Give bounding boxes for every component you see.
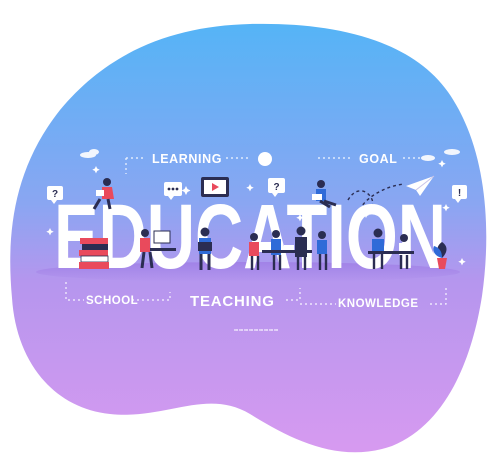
label-school: SCHOOL bbox=[86, 295, 138, 307]
svg-text:!: ! bbox=[458, 188, 461, 199]
label-goal: GOAL bbox=[359, 152, 398, 166]
sun-circle-icon bbox=[258, 152, 272, 166]
education-illustration: ? ? ! LEARNING GOAL SCHOOL TEACHING KNOW… bbox=[0, 0, 498, 454]
illustration-canvas: ? ? ! LEARNING GOAL SCHOOL TEACHING KNOW… bbox=[10, 23, 487, 453]
book-stack-icon bbox=[79, 238, 109, 269]
laptop-icon bbox=[198, 242, 212, 251]
label-knowledge: KNOWLEDGE bbox=[338, 298, 419, 310]
label-learning: LEARNING bbox=[152, 152, 222, 166]
label-teaching: TEACHING bbox=[190, 293, 275, 310]
